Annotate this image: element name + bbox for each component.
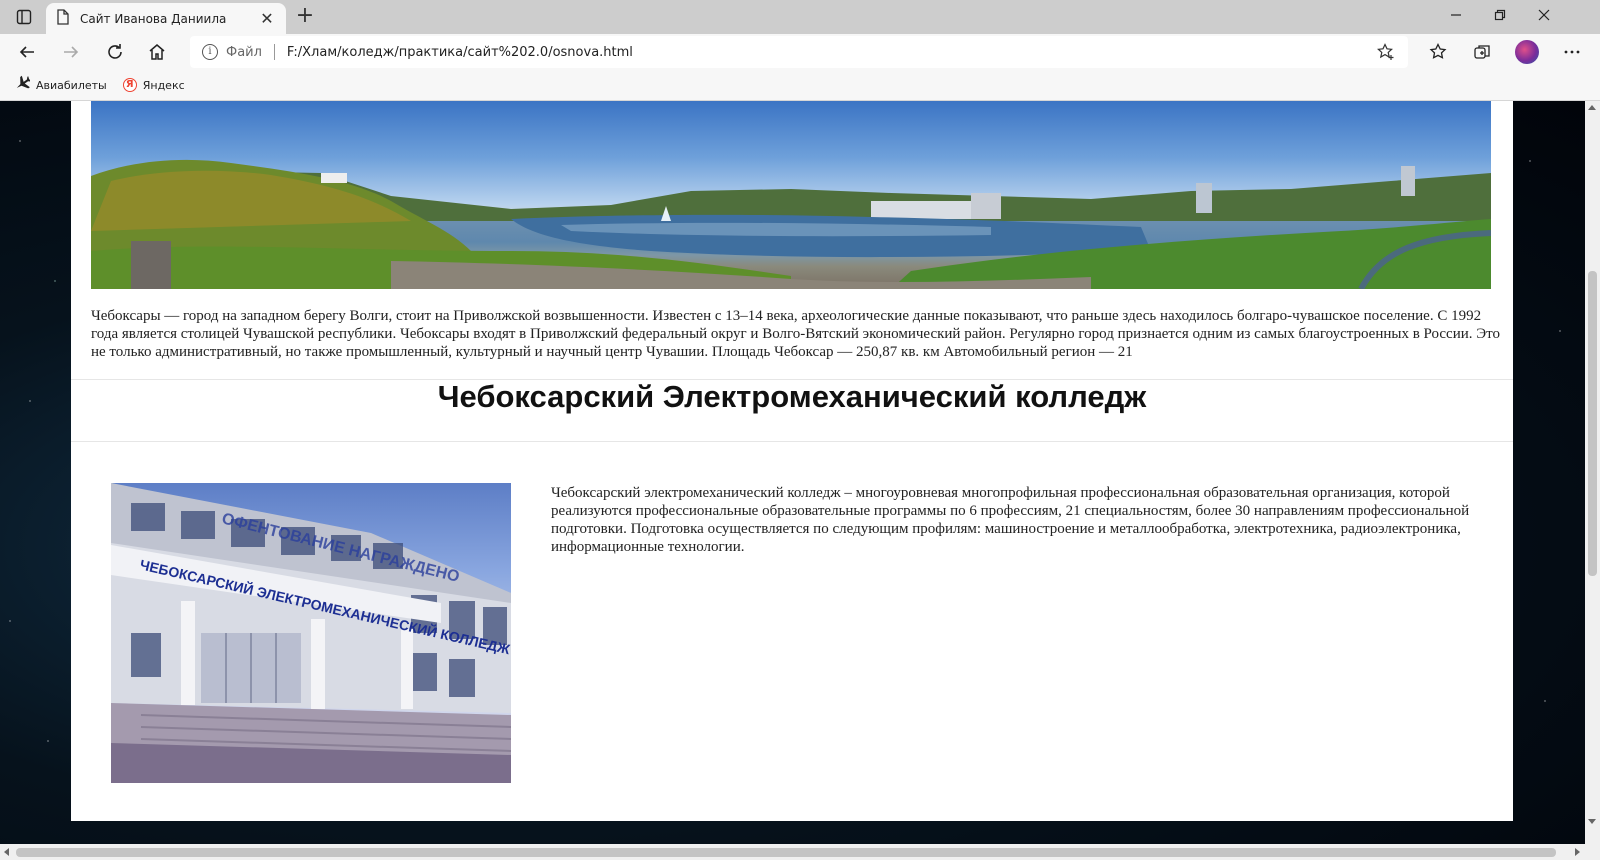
content-card: Чебоксары — город на западном берегу Вол… bbox=[71, 101, 1513, 821]
close-tab-icon[interactable]: ✕ bbox=[258, 9, 276, 28]
bookmarks-bar: Авиабилеты Я Яндекс bbox=[0, 70, 1600, 101]
scroll-down-icon[interactable] bbox=[1588, 819, 1596, 824]
address-separator bbox=[273, 44, 275, 60]
scheme-label: Файл bbox=[226, 44, 262, 60]
horizontal-scrollbar[interactable] bbox=[0, 844, 1600, 860]
bookmark-aviabilety[interactable]: Авиабилеты bbox=[14, 75, 107, 95]
vertical-scroll-thumb[interactable] bbox=[1588, 271, 1597, 576]
scroll-left-icon[interactable] bbox=[4, 848, 9, 856]
new-tab-icon[interactable]: + bbox=[292, 5, 318, 29]
tab-bar: Сайт Иванова Даниила ✕ + bbox=[0, 0, 1600, 34]
info-icon[interactable]: i bbox=[202, 44, 218, 60]
home-icon[interactable] bbox=[142, 38, 172, 66]
minimize-icon[interactable] bbox=[1434, 0, 1478, 30]
bookmark-label: Яндекс bbox=[142, 78, 185, 92]
tab-title: Сайт Иванова Даниила bbox=[80, 11, 227, 26]
tab-actions-icon[interactable] bbox=[12, 6, 36, 28]
tab-active[interactable]: Сайт Иванова Даниила ✕ bbox=[46, 3, 286, 34]
vertical-scrollbar[interactable] bbox=[1585, 101, 1600, 844]
scroll-right-icon[interactable] bbox=[1575, 848, 1580, 856]
refresh-icon[interactable] bbox=[100, 38, 130, 66]
close-window-icon[interactable] bbox=[1522, 0, 1566, 30]
profile-avatar[interactable] bbox=[1515, 40, 1539, 64]
plane-icon bbox=[14, 75, 32, 95]
cheboksary-panorama-image bbox=[91, 101, 1491, 289]
college-building-image: ЧЕБОКСАРСКИЙ ЭЛЕКТРОМЕХАНИЧЕСКИЙ КОЛЛЕДЖ… bbox=[111, 483, 511, 783]
scroll-up-icon[interactable] bbox=[1588, 105, 1596, 110]
restore-icon[interactable] bbox=[1478, 0, 1522, 30]
favorites-icon[interactable] bbox=[1423, 38, 1453, 66]
bookmark-yandex[interactable]: Я Яндекс bbox=[122, 78, 185, 92]
back-icon[interactable] bbox=[12, 38, 42, 66]
add-favorite-icon[interactable] bbox=[1376, 42, 1396, 62]
page-icon bbox=[56, 8, 70, 29]
bookmark-label: Авиабилеты bbox=[36, 78, 107, 92]
section-heading: Чебоксарский Электромеханический колледж bbox=[437, 379, 1147, 414]
more-menu-icon[interactable] bbox=[1557, 38, 1587, 66]
forward-icon[interactable] bbox=[56, 38, 86, 66]
horizontal-scroll-thumb[interactable] bbox=[16, 848, 1556, 857]
collections-icon[interactable] bbox=[1467, 38, 1497, 66]
intro-paragraph: Чебоксары — город на западном берегу Вол… bbox=[91, 308, 1501, 360]
page-viewport: Чебоксары — город на западном берегу Вол… bbox=[0, 101, 1585, 844]
yandex-icon: Я bbox=[122, 78, 137, 92]
divider bbox=[71, 441, 1513, 442]
address-bar[interactable]: i Файл F:/Хлам/коледж/практика/сайт%202.… bbox=[190, 36, 1408, 68]
navigation-bar: i Файл F:/Хлам/коледж/практика/сайт%202.… bbox=[0, 34, 1600, 70]
url-text[interactable]: F:/Хлам/коледж/практика/сайт%202.0/osnov… bbox=[287, 45, 633, 60]
college-paragraph: Чебоксарский электромеханический колледж… bbox=[551, 485, 1470, 555]
